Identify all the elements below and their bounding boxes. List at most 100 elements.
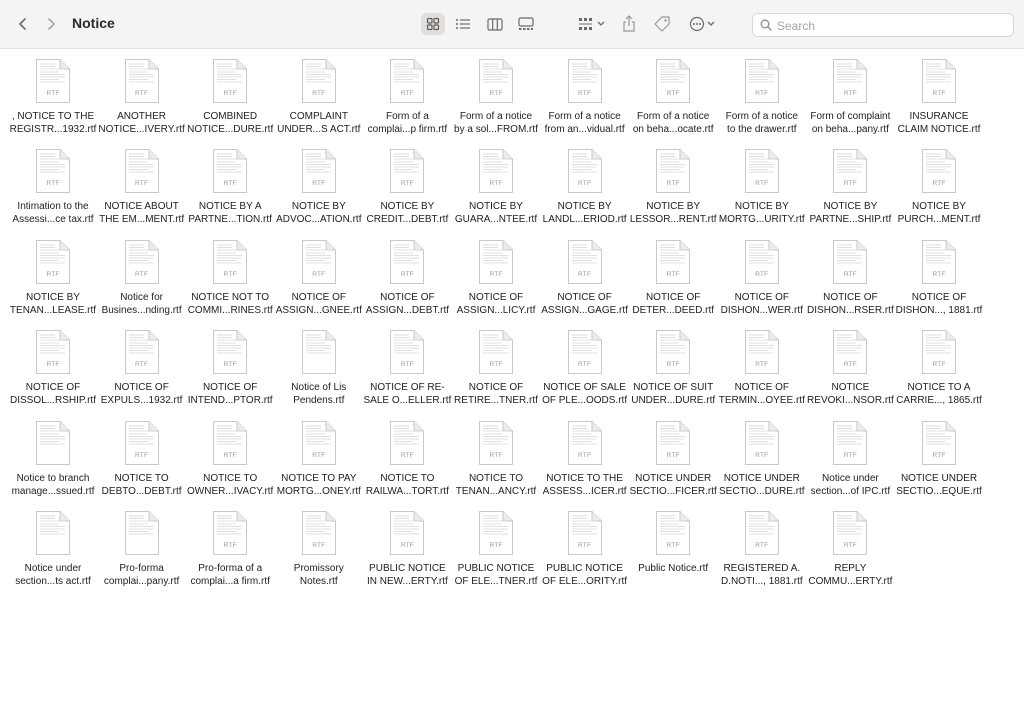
file-item[interactable]: RTF NOTICE OF ASSIGN...GAGE.rtf [541, 229, 629, 317]
file-item[interactable]: RTF NOTICE OF SUIT UNDER...DURE.rtf [629, 319, 717, 407]
file-name-line-1: , NOTICE TO THE [11, 111, 95, 122]
file-item[interactable]: RTF Public Notice.rtf [629, 500, 717, 575]
file-item[interactable]: RTF NOTICE BY PARTNE...SHIP.rtf [806, 138, 894, 226]
file-item[interactable]: RTF , NOTICE TO THE REGISTR...1932.rtf [9, 48, 97, 136]
file-item[interactable]: RTF NOTICE TO PAY MORTG...ONEY.rtf [275, 410, 363, 498]
file-extension-label: RTF [46, 270, 60, 278]
list-icon [456, 19, 470, 29]
file-item[interactable]: RTF NOTICE TO THE ASSESS...ICER.rtf [541, 410, 629, 498]
file-item[interactable]: RTF PUBLIC NOTICE OF ELE...TNER.rtf [452, 500, 540, 588]
file-item[interactable]: RTF NOTICE OF EXPULS...1932.rtf [98, 319, 186, 407]
file-item[interactable]: RTF PUBLIC NOTICE IN NEW...ERTY.rtf [363, 500, 451, 588]
more-actions-button[interactable] [687, 13, 719, 35]
file-name-line-1: Notice under [24, 563, 82, 574]
share-button[interactable] [619, 13, 639, 35]
file-item[interactable]: Notice to branch manage...ssued.rtf [9, 410, 97, 498]
file-item[interactable]: RTF NOTICE OF DISSOL...RSHIP.rtf [9, 319, 97, 407]
tag-button[interactable] [651, 13, 673, 35]
file-name-line-1: NOTICE OF [291, 291, 347, 303]
file-item[interactable]: RTF NOTICE BY MORTG...URITY.rtf [718, 138, 806, 226]
file-item[interactable]: RTF NOTICE BY TENAN...LEASE.rtf [9, 229, 97, 317]
file-item[interactable]: RTF Form of a complai...p firm.rtf [363, 48, 451, 136]
file-item[interactable]: RTF NOTICE TO TENAN...ANCY.rtf [452, 410, 540, 498]
file-item[interactable]: RTF NOTICE OF DISHON..., 1881.rtf [895, 229, 983, 317]
gallery-view-button[interactable] [514, 13, 538, 35]
file-item[interactable]: RTF NOTICE OF RE- SALE O...ELLER.rtf [363, 319, 451, 407]
file-item[interactable]: RTF NOTICE BY LESSOR...RENT.rtf [629, 138, 717, 226]
more-icon [689, 16, 715, 32]
file-item[interactable]: RTF NOTICE NOT TO COMMI...RINES.rtf [186, 229, 274, 317]
file-item[interactable]: RTF NOTICE BY PURCH...MENT.rtf [895, 138, 983, 226]
file-item[interactable]: RTF PUBLIC NOTICE OF ELE...ORITY.rtf [541, 500, 629, 588]
file-icon: RTF [212, 58, 248, 104]
file-item[interactable]: RTF Form of a notice by a sol...FROM.rtf [452, 48, 540, 136]
back-button[interactable] [12, 12, 34, 36]
rtf-document-icon [301, 59, 336, 103]
forward-button[interactable] [40, 12, 62, 36]
file-item[interactable]: Notice of Lis Pendens.rtf [275, 319, 363, 407]
file-item[interactable]: RTF NOTICE OF TERMIN...OYEE.rtf [718, 319, 806, 407]
file-item[interactable]: RTF NOTICE TO A CARRIE..., 1865.rtf [895, 319, 983, 407]
rtf-document-icon [656, 511, 691, 555]
file-item[interactable]: RTF COMPLAINT UNDER...S ACT.rtf [275, 48, 363, 136]
file-item[interactable]: RTF NOTICE OF DISHON...RSER.rtf [806, 229, 894, 317]
file-item[interactable]: RTF Form of a notice on beha...ocate.rtf [629, 48, 717, 136]
file-item[interactable]: RTF NOTICE ABOUT THE EM...MENT.rtf [98, 138, 186, 226]
file-item[interactable]: RTF NOTICE TO RAILWA...TORT.rtf [363, 410, 451, 498]
file-icon: RTF [921, 58, 957, 104]
file-item[interactable]: RTF ANOTHER NOTICE...IVERY.rtf [98, 48, 186, 136]
file-item[interactable]: RTF Form of complaint on beha...pany.rtf [806, 48, 894, 136]
file-item[interactable]: RTF Pro-forma of a complai...a firm.rtf [186, 500, 274, 588]
file-item[interactable]: RTF NOTICE OF INTEND...PTOR.rtf [186, 319, 274, 407]
file-item[interactable]: Notice under section...ts act.rtf [9, 500, 97, 588]
file-name-line-1: NOTICE TO A [907, 382, 971, 394]
file-item[interactable]: RTF NOTICE BY A PARTNE...TION.rtf [186, 138, 274, 226]
file-item[interactable]: RTF NOTICE TO OWNER...IVACY.rtf [186, 410, 274, 498]
file-item[interactable]: RTF INSURANCE CLAIM NOTICE.rtf [895, 48, 983, 136]
file-item[interactable]: RTF NOTICE OF SALE OF PLE...OODS.rtf [541, 319, 629, 407]
file-item[interactable]: RTF NOTICE UNDER SECTIO...FICER.rtf [629, 410, 717, 498]
file-item[interactable]: RTF REGISTERED A. D.NOTI..., 1881.rtf [718, 500, 806, 588]
file-extension-label: RTF [489, 451, 503, 459]
file-item[interactable]: RTF NOTICE BY LANDL...ERIOD.rtf [541, 138, 629, 226]
rtf-document-icon [390, 239, 425, 284]
file-extension-label: RTF [46, 180, 60, 188]
file-name: NOTICE UNDER SECTIO...FICER.rtf [629, 472, 717, 498]
file-item[interactable]: RTF NOTICE REVOKI...NSOR.rtf [806, 319, 894, 407]
file-item[interactable]: RTF Promissory Notes.rtf [275, 500, 363, 588]
file-item[interactable]: RTF NOTICE TO DEBTO...DEBT.rtf [98, 410, 186, 498]
file-item[interactable]: RTF NOTICE OF ASSIGN...DEBT.rtf [363, 229, 451, 317]
rtf-document-icon [390, 59, 425, 103]
file-item[interactable]: RTF Notice for Busines...nding.rtf [98, 229, 186, 317]
grid-icon [426, 17, 440, 31]
search-field[interactable] [752, 13, 1014, 37]
rtf-document-icon [36, 59, 70, 103]
file-item[interactable]: RTF Intimation to the Assessi...ce tax.rtf [9, 138, 97, 226]
file-icon: RTF [567, 420, 603, 466]
file-icon: RTF [212, 148, 248, 194]
file-item[interactable]: RTF NOTICE OF ASSIGN...GNEE.rtf [275, 229, 363, 317]
file-item[interactable]: Pro-forma complai...pany.rtf [98, 500, 186, 588]
file-item[interactable]: RTF NOTICE UNDER SECTIO...DURE.rtf [718, 410, 806, 498]
file-item[interactable]: RTF NOTICE BY GUARA...NTEE.rtf [452, 138, 540, 226]
file-icon: RTF [35, 239, 71, 285]
file-item[interactable]: RTF COMBINED NOTICE...DURE.rtf [186, 48, 274, 136]
file-item[interactable]: RTF Form of a notice from an...vidual.rtf [541, 48, 629, 136]
search-input[interactable] [775, 16, 1009, 36]
file-item[interactable]: RTF NOTICE UNDER SECTIO...EQUE.rtf [895, 410, 983, 498]
file-item[interactable]: RTF NOTICE OF DETER...DEED.rtf [629, 229, 717, 317]
file-item[interactable]: RTF NOTICE OF ASSIGN...LICY.rtf [452, 229, 540, 317]
file-item[interactable]: RTF Notice under section...of IPC.rtf [806, 410, 894, 498]
group-button[interactable] [575, 13, 609, 35]
icon-view-button[interactable] [421, 13, 445, 35]
list-view-button[interactable] [451, 13, 475, 35]
file-item[interactable]: RTF NOTICE BY ADVOC...ATION.rtf [275, 138, 363, 226]
file-item[interactable]: RTF Form of a notice to the drawer.rtf [718, 48, 806, 136]
file-item[interactable]: RTF NOTICE BY CREDIT...DEBT.rtf [363, 138, 451, 226]
file-icon: RTF [832, 329, 868, 375]
file-name: Pro-forma of a complai...a firm.rtf [186, 562, 274, 588]
file-item[interactable]: RTF NOTICE OF RETIRE...TNER.rtf [452, 319, 540, 407]
column-view-button[interactable] [483, 13, 507, 35]
file-item[interactable]: RTF NOTICE OF DISHON...WER.rtf [718, 229, 806, 317]
file-item[interactable]: RTF REPLY COMMU...ERTY.rtf [806, 500, 894, 588]
